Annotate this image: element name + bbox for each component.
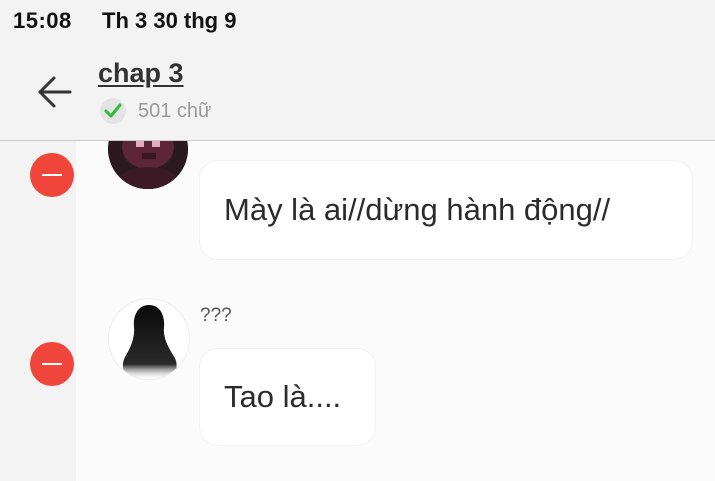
message-bubble[interactable]: Mày là ai//dừng hành động//	[200, 161, 692, 259]
remove-message-button[interactable]	[30, 342, 74, 386]
arrow-left-icon	[30, 70, 78, 114]
word-count-row: 501 chữ	[100, 98, 211, 124]
checkmark-icon	[100, 98, 126, 124]
status-date: Th 3 30 thg 9	[102, 8, 237, 33]
message-bubble[interactable]: Tao là....	[200, 349, 375, 445]
speaker-name: ???	[200, 305, 232, 326]
chat-content: Mày là ai//dừng hành động// ??? Tao là..…	[0, 141, 715, 481]
silhouette-avatar[interactable]	[108, 298, 190, 380]
status-time: 15:08	[13, 8, 72, 33]
word-count: 501 chữ	[138, 99, 212, 122]
status-bar: 15:08 Th 3 30 thg 9	[0, 0, 715, 44]
remove-message-button[interactable]	[30, 153, 74, 197]
chapter-header: chap 3 501 chữ	[0, 44, 715, 141]
back-button[interactable]	[30, 70, 78, 114]
chapter-title[interactable]: chap 3	[98, 58, 184, 89]
